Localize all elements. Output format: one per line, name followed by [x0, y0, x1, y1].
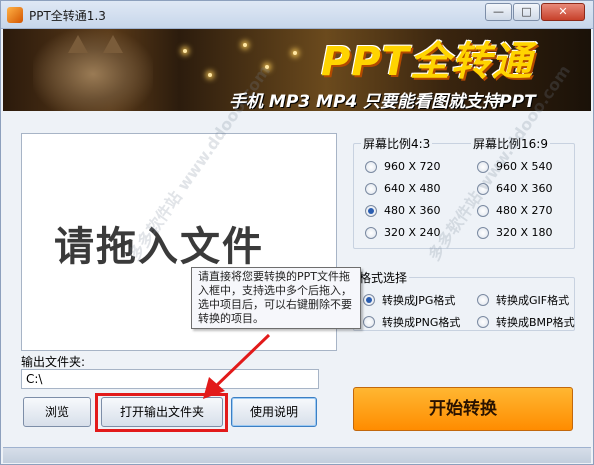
banner-subtitle: 手机 MP3 MP4 只要能看图就支持PPT: [229, 92, 536, 109]
title-bar[interactable]: PPT全转通1.3 — □ ✕: [1, 1, 593, 29]
radio-circle-selected[interactable]: [365, 204, 377, 217]
ratio-16-9-title: 屏幕比例16:9: [471, 135, 550, 152]
radio-circle[interactable]: [477, 182, 489, 195]
banner-title: PPT全转通: [321, 39, 533, 85]
close-button[interactable]: ✕: [541, 3, 585, 21]
radio-label: 转换成JPG格式: [382, 294, 456, 307]
minimize-button[interactable]: —: [485, 3, 512, 21]
status-bar: [3, 447, 591, 463]
output-folder-label: 输出文件夹:: [21, 355, 86, 369]
radio-format-png[interactable]: 转换成PNG格式: [363, 314, 460, 330]
radio-circle-selected[interactable]: [363, 294, 375, 306]
cat-photo: [33, 29, 153, 111]
drop-hint: 请拖入文件: [54, 224, 264, 270]
drop-help-tooltip: 请直接将您要转换的PPT文件拖入框中，支持选中多个后拖入，选中项目后，可以右键删…: [191, 267, 361, 329]
radio-circle[interactable]: [363, 316, 375, 328]
radio-960x720[interactable]: 960 X 720: [365, 160, 441, 173]
help-button[interactable]: 使用说明: [231, 397, 317, 427]
cat-ear-left: [68, 35, 88, 53]
sparkle: [243, 43, 247, 47]
radio-circle[interactable]: [365, 160, 377, 173]
app-window: PPT全转通1.3 — □ ✕ PPT全转通 手机 MP3 MP4 只要能看图就…: [0, 0, 594, 465]
start-convert-button[interactable]: 开始转换: [353, 387, 573, 431]
red-arrow-icon: [203, 333, 271, 399]
radio-circle[interactable]: [477, 204, 489, 217]
radio-label: 960 X 720: [384, 160, 441, 173]
radio-circle[interactable]: [477, 160, 489, 173]
radio-320x180[interactable]: 320 X 180: [477, 226, 553, 239]
radio-label: 640 X 480: [384, 182, 441, 195]
sparkle: [183, 49, 187, 53]
sparkle: [293, 51, 297, 55]
radio-circle[interactable]: [477, 316, 489, 328]
radio-320x240[interactable]: 320 X 240: [365, 226, 441, 239]
radio-label: 640 X 360: [496, 182, 553, 195]
radio-circle[interactable]: [365, 182, 377, 195]
ratio-4-3-title: 屏幕比例4:3: [361, 135, 433, 152]
sparkle: [208, 73, 212, 77]
radio-480x360[interactable]: 480 X 360: [365, 204, 441, 217]
window-title: PPT全转通1.3: [29, 9, 106, 23]
radio-label: 320 X 240: [384, 226, 441, 239]
radio-label: 480 X 360: [384, 204, 441, 217]
radio-format-jpg[interactable]: 转换成JPG格式: [363, 292, 455, 308]
radio-label: 转换成PNG格式: [382, 316, 461, 329]
radio-640x480[interactable]: 640 X 480: [365, 182, 441, 195]
radio-label: 480 X 270: [496, 204, 553, 217]
window-controls: — □ ✕: [484, 3, 585, 21]
format-title: 格式选择: [357, 269, 410, 286]
browse-button[interactable]: 浏览: [23, 397, 91, 427]
radio-960x540[interactable]: 960 X 540: [477, 160, 553, 173]
radio-480x270[interactable]: 480 X 270: [477, 204, 553, 217]
radio-circle[interactable]: [365, 226, 377, 239]
sparkle: [265, 65, 269, 69]
cat-ear-right: [103, 35, 123, 53]
radio-circle[interactable]: [477, 294, 489, 306]
banner: PPT全转通 手机 MP3 MP4 只要能看图就支持PPT: [3, 29, 591, 111]
maximize-button[interactable]: □: [513, 3, 540, 21]
radio-label: 320 X 180: [496, 226, 553, 239]
radio-label: 960 X 540: [496, 160, 553, 173]
radio-format-gif[interactable]: 转换成GIF格式: [477, 292, 569, 308]
ppt-app-icon: [7, 7, 23, 23]
radio-format-bmp[interactable]: 转换成BMP格式: [477, 314, 575, 330]
radio-label: 转换成GIF格式: [496, 294, 570, 307]
radio-circle[interactable]: [477, 226, 489, 239]
radio-640x360[interactable]: 640 X 360: [477, 182, 553, 195]
radio-label: 转换成BMP格式: [496, 316, 575, 329]
